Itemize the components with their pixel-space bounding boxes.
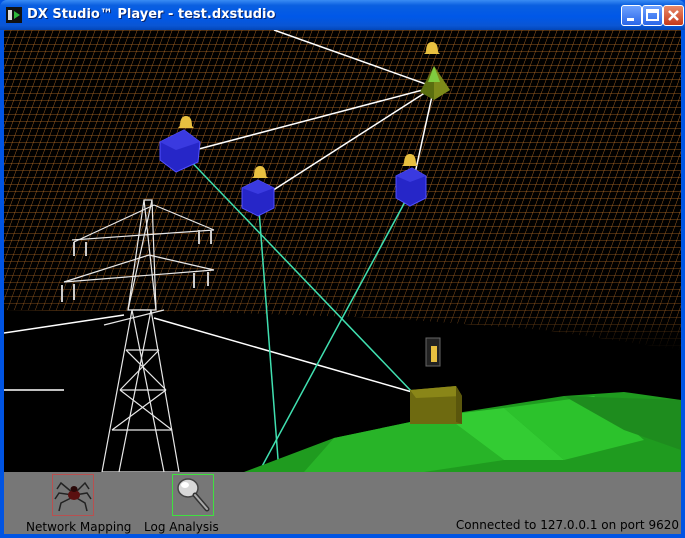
network-mapping-label: Network Mapping <box>26 520 132 534</box>
status-indicator-icon <box>425 337 441 367</box>
spider-icon-svg <box>54 481 92 512</box>
minimize-icon <box>627 18 634 21</box>
title-bar[interactable]: DX Studio™ Player - test.dxstudio <box>0 0 685 30</box>
maximize-icon <box>646 9 659 21</box>
close-button[interactable] <box>663 5 684 26</box>
3d-viewport[interactable] <box>4 30 681 472</box>
app-icon <box>6 7 22 23</box>
app-window: DX Studio™ Player - test.dxstudio Networ… <box>0 0 685 538</box>
magnifier-icon-svg <box>177 478 210 512</box>
minimize-button[interactable] <box>621 5 642 26</box>
window-frame-bottom <box>0 534 685 538</box>
magnifier-icon[interactable] <box>172 474 214 516</box>
connection-status: Connected to 127.0.0.1 on port 9620 <box>455 518 679 532</box>
network-mapping-tool[interactable]: Network Mapping <box>24 474 131 534</box>
log-analysis-label: Log Analysis <box>144 520 219 534</box>
green-hill <box>244 392 681 472</box>
window-title: DX Studio™ Player - test.dxstudio <box>27 7 276 22</box>
close-icon <box>668 10 679 21</box>
spider-icon[interactable] <box>52 474 94 516</box>
bottom-toolbar: Network Mapping Log Analysis Connected t… <box>4 472 681 534</box>
maximize-button[interactable] <box>642 5 663 26</box>
log-analysis-tool[interactable]: Log Analysis <box>144 474 234 534</box>
router-box-icon[interactable] <box>410 386 462 424</box>
node-cube-icon[interactable] <box>395 167 427 207</box>
network-scene[interactable] <box>4 30 681 472</box>
node-cube-icon[interactable] <box>241 179 275 217</box>
grid-ceiling <box>4 30 681 350</box>
window-frame-right <box>681 30 685 538</box>
